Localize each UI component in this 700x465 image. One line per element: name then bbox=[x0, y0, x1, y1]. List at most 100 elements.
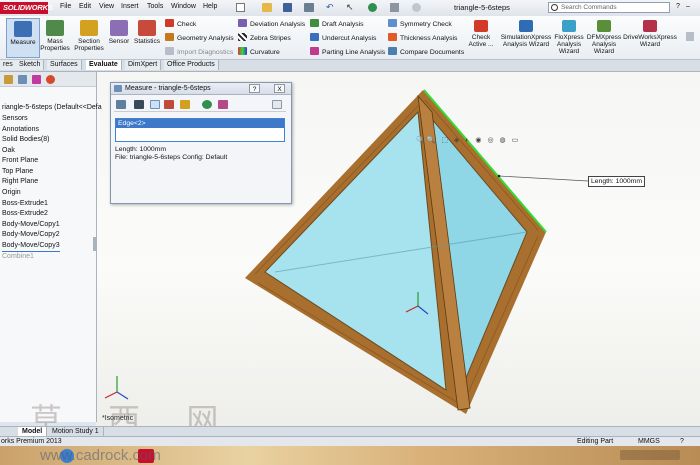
glass-face-left bbox=[264, 110, 447, 391]
import-diagnostics-label: Import Diagnostics bbox=[177, 49, 234, 56]
menu-insert[interactable]: Insert bbox=[121, 3, 139, 10]
arc-circle-measure-icon[interactable] bbox=[116, 100, 126, 109]
driveworksxpress-label: DriveWorksXpress Wizard bbox=[623, 34, 677, 48]
system-tray[interactable] bbox=[620, 450, 680, 460]
menu-window[interactable]: Window bbox=[171, 3, 196, 10]
point-to-point-icon[interactable] bbox=[164, 100, 174, 109]
options-gear-icon[interactable] bbox=[412, 3, 421, 12]
menu-tools[interactable]: Tools bbox=[147, 3, 163, 10]
tree-item[interactable]: Annotations bbox=[2, 125, 39, 135]
tree-item[interactable]: Solid Bodies(8) bbox=[2, 135, 49, 145]
simulationxpress-label: SimulationXpress Analysis Wizard bbox=[500, 34, 552, 48]
rebuild-icon[interactable] bbox=[368, 3, 377, 12]
tab-model[interactable]: Model bbox=[18, 427, 48, 436]
measure-dialog-icon bbox=[114, 85, 122, 92]
menu-file[interactable]: File bbox=[60, 3, 71, 10]
sensor-label: Sensor bbox=[108, 38, 130, 45]
tree-item[interactable]: Oak bbox=[2, 146, 15, 156]
sensor-button[interactable]: Sensor bbox=[102, 18, 136, 58]
minimize-icon[interactable]: – bbox=[686, 3, 690, 10]
tab-office-products[interactable]: Office Products bbox=[164, 60, 219, 70]
print-icon[interactable] bbox=[304, 3, 314, 12]
floxpress-button[interactable]: FloXpress Analysis Wizard bbox=[552, 18, 586, 58]
mass-properties-icon bbox=[46, 20, 64, 36]
deviation-analysis-label: Deviation Analysis bbox=[250, 21, 306, 28]
search-input[interactable]: Search Commands bbox=[548, 2, 670, 13]
compare-documents-button[interactable]: Compare Documents bbox=[388, 47, 464, 57]
status-units[interactable]: MMGS bbox=[638, 438, 660, 445]
help-button[interactable]: ? bbox=[249, 84, 260, 93]
thickness-analysis-button[interactable]: Thickness Analysis bbox=[388, 33, 457, 43]
tree-item[interactable]: Body-Move/Copy2 bbox=[2, 230, 60, 240]
select-arrow-icon[interactable]: ↖ bbox=[346, 2, 354, 13]
tab-evaluate[interactable]: Evaluate bbox=[86, 60, 122, 70]
tree-item[interactable]: Body-Move/Copy1 bbox=[2, 220, 60, 230]
selection-listbox[interactable]: Edge<2> bbox=[115, 118, 285, 142]
new-document-icon[interactable] bbox=[236, 3, 245, 12]
ribbon-expand-icon[interactable] bbox=[686, 32, 694, 41]
tab-sketch[interactable]: Sketch bbox=[16, 60, 45, 70]
tree-item[interactable]: Boss-Extrude2 bbox=[2, 209, 48, 219]
selected-entity[interactable]: Edge<2> bbox=[116, 119, 284, 128]
undo-icon[interactable]: ↶ bbox=[326, 2, 334, 13]
parting-line-analysis-button[interactable]: Parting Line Analysis bbox=[310, 47, 385, 57]
measure-button[interactable]: Measure bbox=[6, 18, 40, 58]
tab-features[interactable]: res bbox=[0, 60, 17, 70]
dfmxpress-button[interactable]: DFMXpress Analysis Wizard bbox=[586, 18, 622, 58]
geometry-analysis-button[interactable]: Geometry Analysis bbox=[165, 33, 234, 43]
open-folder-icon[interactable] bbox=[262, 3, 272, 12]
tree-item[interactable]: Sensors bbox=[2, 114, 28, 124]
measure-dialog-titlebar[interactable]: Measure - triangle-5-6steps ? X bbox=[111, 83, 291, 95]
mass-properties-button[interactable]: Mass Properties bbox=[38, 18, 72, 58]
create-sensor-icon[interactable] bbox=[218, 100, 228, 109]
zebra-stripes-button[interactable]: Zebra Stripes bbox=[238, 33, 291, 43]
collapse-chevron-icon[interactable] bbox=[272, 100, 282, 109]
configuration-manager-icon[interactable] bbox=[32, 75, 41, 84]
panel-splitter[interactable] bbox=[93, 237, 97, 251]
tree-item[interactable]: Body-Move/Copy3 bbox=[2, 241, 60, 252]
tree-item-rolled-back[interactable]: Combine1 bbox=[2, 252, 34, 262]
curvature-button[interactable]: Curvature bbox=[238, 47, 280, 57]
tree-item[interactable]: Top Plane bbox=[2, 167, 33, 177]
tree-root[interactable]: riangle-5-6steps (Default<<Defa bbox=[2, 103, 102, 113]
statistics-button[interactable]: Statistics bbox=[132, 18, 162, 58]
close-button[interactable]: X bbox=[274, 84, 285, 93]
simulationxpress-button[interactable]: SimulationXpress Analysis Wizard bbox=[500, 18, 552, 58]
show-xyz-icon[interactable] bbox=[150, 100, 160, 109]
units-precision-icon[interactable] bbox=[134, 100, 144, 109]
help-question-icon[interactable]: ? bbox=[676, 3, 680, 10]
measure-history-icon[interactable] bbox=[202, 100, 212, 109]
heads-up-view-toolbar[interactable]: 🔍🔍 ⬚ ◈ ◐ ◉ ◎ ◍ ▭ bbox=[416, 136, 520, 146]
menu-edit[interactable]: Edit bbox=[79, 3, 91, 10]
menu-help[interactable]: Help bbox=[203, 3, 217, 10]
check-active-button[interactable]: Check Active ... bbox=[465, 18, 497, 58]
draft-analysis-label: Draft Analysis bbox=[322, 21, 364, 28]
tab-surfaces[interactable]: Surfaces bbox=[47, 60, 82, 70]
feature-tree-icon[interactable] bbox=[4, 75, 13, 84]
tree-item[interactable]: Origin bbox=[2, 188, 21, 198]
check-active-label: Check Active ... bbox=[468, 34, 494, 48]
deviation-analysis-button[interactable]: Deviation Analysis bbox=[238, 19, 305, 29]
tree-item[interactable]: Right Plane bbox=[2, 177, 38, 187]
import-diagnostics-button[interactable]: Import Diagnostics bbox=[165, 47, 233, 57]
check-button[interactable]: Check bbox=[165, 19, 196, 29]
draft-analysis-button[interactable]: Draft Analysis bbox=[310, 19, 364, 29]
save-icon[interactable] bbox=[283, 3, 292, 12]
projection-icon[interactable] bbox=[180, 100, 190, 109]
undercut-analysis-button[interactable]: Undercut Analysis bbox=[310, 33, 376, 43]
section-properties-button[interactable]: Section Properties bbox=[72, 18, 106, 58]
driveworksxpress-button[interactable]: DriveWorksXpress Wizard bbox=[622, 18, 678, 58]
tree-item[interactable]: Front Plane bbox=[2, 156, 38, 166]
tree-item[interactable]: Boss-Extrude1 bbox=[2, 199, 48, 209]
symmetry-check-button[interactable]: Symmetry Check bbox=[388, 19, 452, 29]
property-manager-icon[interactable] bbox=[18, 75, 27, 84]
menu-bar: SOLIDWORKS File Edit View Insert Tools W… bbox=[0, 0, 700, 17]
callout-leader bbox=[498, 175, 589, 182]
appearance-icon[interactable] bbox=[46, 75, 55, 84]
menu-view[interactable]: View bbox=[99, 3, 114, 10]
tab-dimxpert[interactable]: DimXpert bbox=[125, 60, 162, 70]
app-logo[interactable]: SOLIDWORKS bbox=[0, 2, 53, 14]
tab-motion-study[interactable]: Motion Study 1 bbox=[48, 427, 104, 436]
status-help[interactable]: ? bbox=[680, 438, 684, 445]
file-properties-icon[interactable] bbox=[390, 3, 399, 12]
